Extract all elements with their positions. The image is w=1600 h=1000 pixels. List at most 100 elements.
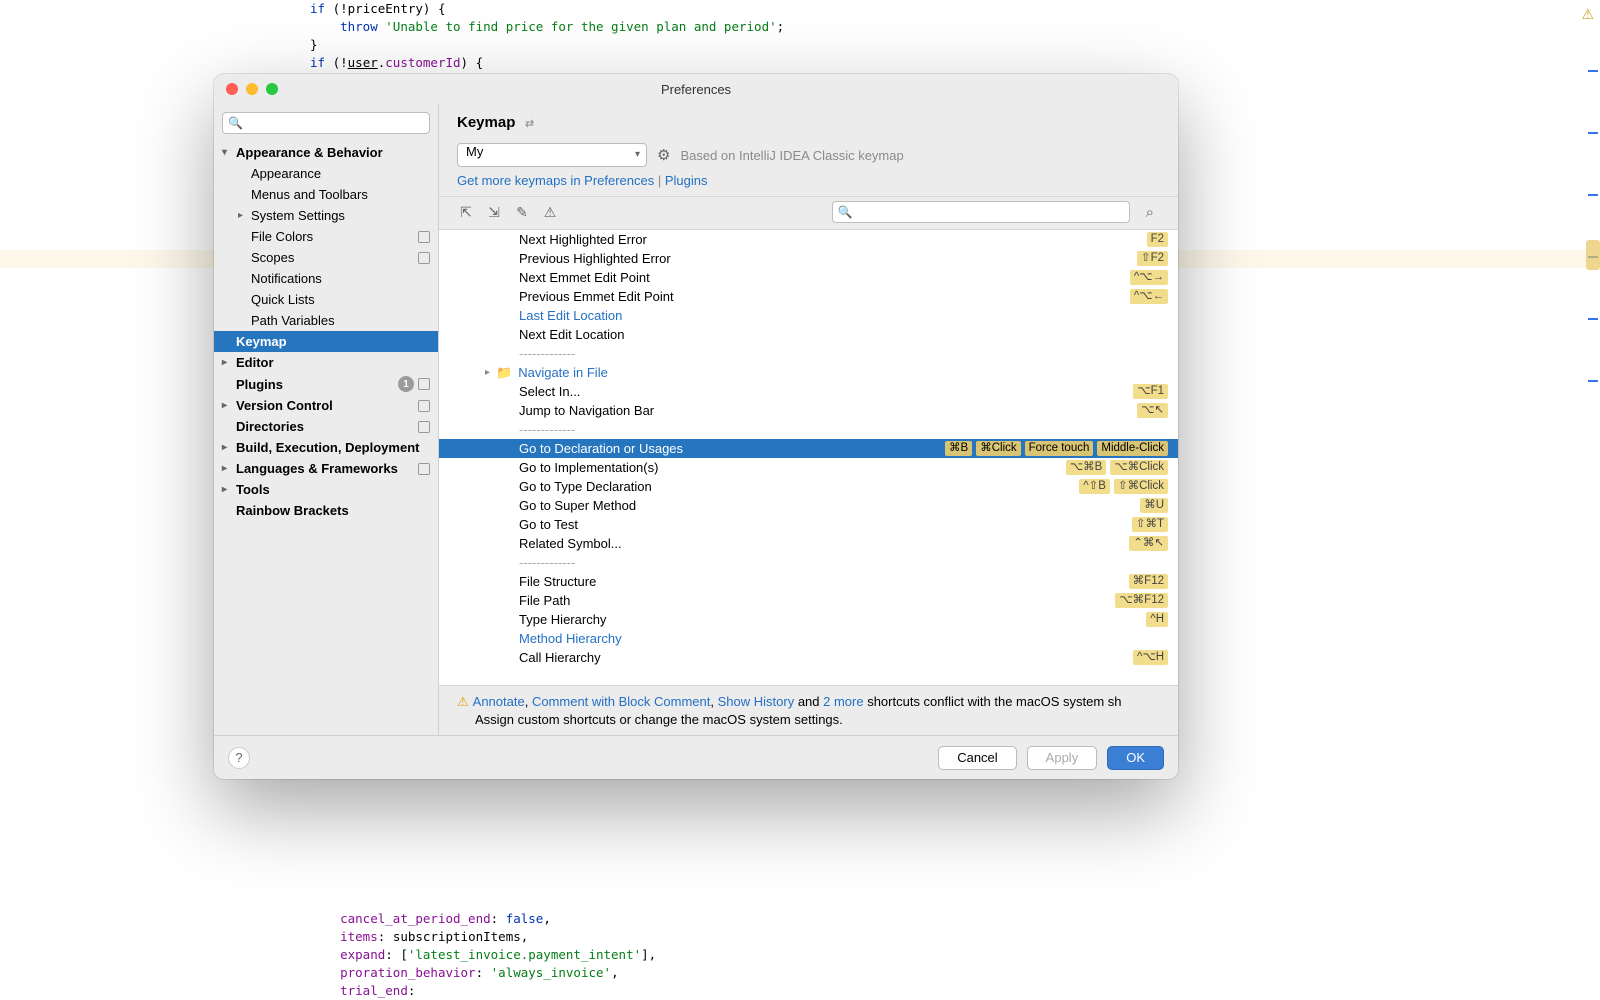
action-row[interactable]: File Path⌥⌘F12 xyxy=(439,591,1178,610)
dialog-titlebar[interactable]: Preferences xyxy=(214,74,1178,104)
shortcut-badge: ⌥⌘B xyxy=(1066,460,1106,475)
help-button[interactable]: ? xyxy=(228,747,250,769)
action-label: Jump to Navigation Bar xyxy=(519,403,1137,418)
keymap-select[interactable]: My ▾ xyxy=(457,143,647,167)
action-row[interactable]: Next Highlighted ErrorF2 xyxy=(439,230,1178,249)
project-scope-icon xyxy=(418,463,430,475)
actions-search-input[interactable]: 🔍 xyxy=(832,201,1130,223)
conflict-action-link[interactable]: Comment with Block Comment xyxy=(532,694,710,709)
conflict-action-link[interactable]: Show History xyxy=(718,694,795,709)
conflict-action-link[interactable]: Annotate xyxy=(473,694,525,709)
action-label: Navigate in File xyxy=(518,365,1168,380)
sidebar-item-scopes[interactable]: Scopes xyxy=(214,247,438,268)
sidebar-item-label: Plugins xyxy=(236,377,283,392)
window-zoom-button[interactable] xyxy=(266,83,278,95)
action-row[interactable]: Next Emmet Edit Point^⌥→ xyxy=(439,268,1178,287)
plugins-link[interactable]: Plugins xyxy=(665,173,708,188)
action-row[interactable]: Select In...⌥F1 xyxy=(439,382,1178,401)
sidebar-item-system-settings[interactable]: ▸System Settings xyxy=(214,205,438,226)
action-label: ------------- xyxy=(519,346,1168,361)
editor-scrollbar[interactable] xyxy=(1586,240,1600,270)
shortcut-badge: ^⌥H xyxy=(1133,650,1168,665)
action-row[interactable]: Type Hierarchy^H xyxy=(439,610,1178,629)
action-label: ------------- xyxy=(519,555,1168,570)
sidebar-item-menus-and-toolbars[interactable]: Menus and Toolbars xyxy=(214,184,438,205)
action-row[interactable]: Last Edit Location xyxy=(439,306,1178,325)
shortcut-badge: ⌘Click xyxy=(976,441,1020,456)
action-label: Call Hierarchy xyxy=(519,650,1133,665)
conflicts-icon[interactable]: ⚠ xyxy=(541,204,559,221)
action-row[interactable]: Previous Highlighted Error⇧F2 xyxy=(439,249,1178,268)
sidebar-item-editor[interactable]: ▸Editor xyxy=(214,352,438,373)
shortcut-badge: ⌘B xyxy=(945,441,972,456)
action-row[interactable]: Go to Super Method⌘U xyxy=(439,496,1178,515)
cancel-button[interactable]: Cancel xyxy=(938,746,1016,770)
sidebar-item-build-execution-deployment[interactable]: ▸Build, Execution, Deployment xyxy=(214,437,438,458)
actions-tree[interactable]: Next Highlighted ErrorF2Previous Highlig… xyxy=(439,230,1178,686)
conflict-more-link[interactable]: 2 more xyxy=(823,694,863,709)
window-close-button[interactable] xyxy=(226,83,238,95)
sidebar-item-file-colors[interactable]: File Colors xyxy=(214,226,438,247)
sidebar-item-plugins[interactable]: Plugins1 xyxy=(214,373,438,395)
action-row[interactable]: Previous Emmet Edit Point^⌥← xyxy=(439,287,1178,306)
sidebar-item-label: System Settings xyxy=(251,208,345,223)
sidebar-item-tools[interactable]: ▸Tools xyxy=(214,479,438,500)
project-scope-icon xyxy=(418,421,430,433)
shortcut-badge: ^⌥← xyxy=(1130,289,1168,304)
action-label: Go to Implementation(s) xyxy=(519,460,1066,475)
page-title: Keymap xyxy=(457,114,515,131)
shortcut-badge: ^⌥→ xyxy=(1130,270,1168,285)
action-label: Go to Super Method xyxy=(519,498,1140,513)
action-row[interactable]: Method Hierarchy xyxy=(439,629,1178,648)
sidebar-item-appearance[interactable]: Appearance xyxy=(214,163,438,184)
search-icon: 🔍 xyxy=(838,205,853,219)
action-label: Go to Test xyxy=(519,517,1132,532)
action-row[interactable]: Related Symbol...⌃⌘↖ xyxy=(439,534,1178,553)
sidebar-item-version-control[interactable]: ▸Version Control xyxy=(214,395,438,416)
based-on-label: Based on IntelliJ IDEA Classic keymap xyxy=(680,148,903,163)
sidebar-item-label: Appearance & Behavior xyxy=(236,145,383,160)
action-row[interactable]: Go to Test⇧⌘T xyxy=(439,515,1178,534)
sidebar-item-keymap[interactable]: Keymap xyxy=(214,331,438,352)
sidebar-item-label: Keymap xyxy=(236,334,287,349)
shortcut-badge: ⌃⌘↖ xyxy=(1129,536,1168,551)
action-row[interactable]: Go to Type Declaration^⇧B⇧⌘Click xyxy=(439,477,1178,496)
action-row[interactable]: Go to Implementation(s)⌥⌘B⌥⌘Click xyxy=(439,458,1178,477)
sidebar-item-languages-frameworks[interactable]: ▸Languages & Frameworks xyxy=(214,458,438,479)
sidebar-item-label: Quick Lists xyxy=(251,292,315,307)
edit-shortcut-icon[interactable]: ✎ xyxy=(513,204,531,221)
sidebar-item-directories[interactable]: Directories xyxy=(214,416,438,437)
sidebar-item-path-variables[interactable]: Path Variables xyxy=(214,310,438,331)
apply-button[interactable]: Apply xyxy=(1027,746,1098,770)
action-row[interactable]: Go to Declaration or Usages⌘B⌘ClickForce… xyxy=(439,439,1178,458)
window-minimize-button[interactable] xyxy=(246,83,258,95)
sidebar-item-label: Scopes xyxy=(251,250,294,265)
sidebar-item-notifications[interactable]: Notifications xyxy=(214,268,438,289)
keymap-select-value: My xyxy=(466,144,483,159)
project-scope-icon xyxy=(418,400,430,412)
ok-button[interactable]: OK xyxy=(1107,746,1164,770)
sidebar-item-quick-lists[interactable]: Quick Lists xyxy=(214,289,438,310)
action-row[interactable]: ▸📁Navigate in File xyxy=(439,363,1178,382)
action-row[interactable]: Jump to Navigation Bar⌥↖ xyxy=(439,401,1178,420)
action-label: Go to Type Declaration xyxy=(519,479,1079,494)
sidebar-item-rainbow-brackets[interactable]: Rainbow Brackets xyxy=(214,500,438,521)
expand-all-icon[interactable]: ⇱ xyxy=(457,204,475,221)
get-more-keymaps-link[interactable]: Get more keymaps in Preferences xyxy=(457,173,654,188)
sidebar-item-appearance-behavior[interactable]: ▾Appearance & Behavior xyxy=(214,142,438,163)
sidebar-search-input[interactable]: 🔍 xyxy=(222,112,430,134)
action-label: Previous Highlighted Error xyxy=(519,251,1137,266)
action-row[interactable]: Next Edit Location xyxy=(439,325,1178,344)
warning-icon: ⚠ xyxy=(457,694,469,710)
sidebar-item-label: Version Control xyxy=(236,398,333,413)
action-row[interactable]: File Structure⌘F12 xyxy=(439,572,1178,591)
shortcut-badge: ⌘F12 xyxy=(1129,574,1168,589)
sidebar-item-label: Notifications xyxy=(251,271,322,286)
collapse-all-icon[interactable]: ⇲ xyxy=(485,204,503,221)
find-by-shortcut-icon[interactable]: ⌕ xyxy=(1140,204,1160,221)
reset-icon[interactable]: ⇄ xyxy=(525,118,534,130)
keymap-settings-gear-icon[interactable]: ⚙ xyxy=(657,146,670,164)
shortcut-badge: ⇧F2 xyxy=(1137,251,1168,266)
action-row: ------------- xyxy=(439,344,1178,363)
action-row[interactable]: Call Hierarchy^⌥H xyxy=(439,648,1178,667)
